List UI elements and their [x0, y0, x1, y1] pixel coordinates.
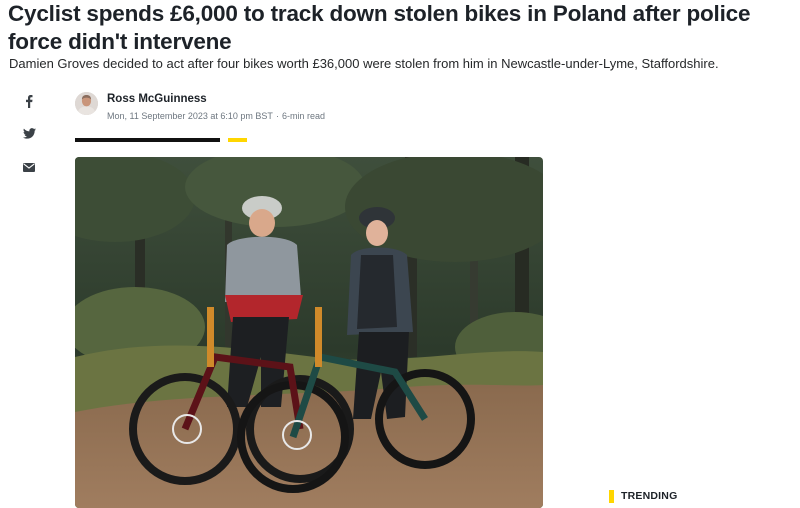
read-time: 6-min read — [281, 111, 325, 121]
twitter-share-button[interactable] — [20, 124, 38, 142]
trending-accent — [609, 490, 614, 503]
trending-label: TRENDING — [621, 490, 678, 502]
twitter-icon — [22, 127, 36, 139]
progress-rule — [75, 138, 220, 142]
cyclists-photo — [75, 157, 543, 508]
article-meta: Mon, 11 September 2023 at 6:10 pm BST · 6-… — [107, 111, 325, 121]
hero-image[interactable] — [75, 157, 543, 508]
article-headline: Cyclist spends £6,000 to track down stol… — [8, 1, 751, 54]
meta-separator: · — [275, 111, 279, 121]
author-avatar[interactable] — [75, 92, 98, 115]
facebook-icon — [26, 94, 33, 108]
accent-rule — [228, 138, 247, 142]
publish-date: Mon, 11 September 2023 at 6:10 pm BST — [107, 111, 273, 121]
facebook-share-button[interactable] — [20, 92, 38, 110]
author-name[interactable]: Ross McGuinness — [107, 93, 207, 105]
email-share-button[interactable] — [20, 158, 38, 176]
avatar-portrait — [75, 92, 98, 115]
email-icon — [23, 162, 35, 172]
article-subheadline: Damien Groves decided to act after four … — [9, 56, 719, 71]
